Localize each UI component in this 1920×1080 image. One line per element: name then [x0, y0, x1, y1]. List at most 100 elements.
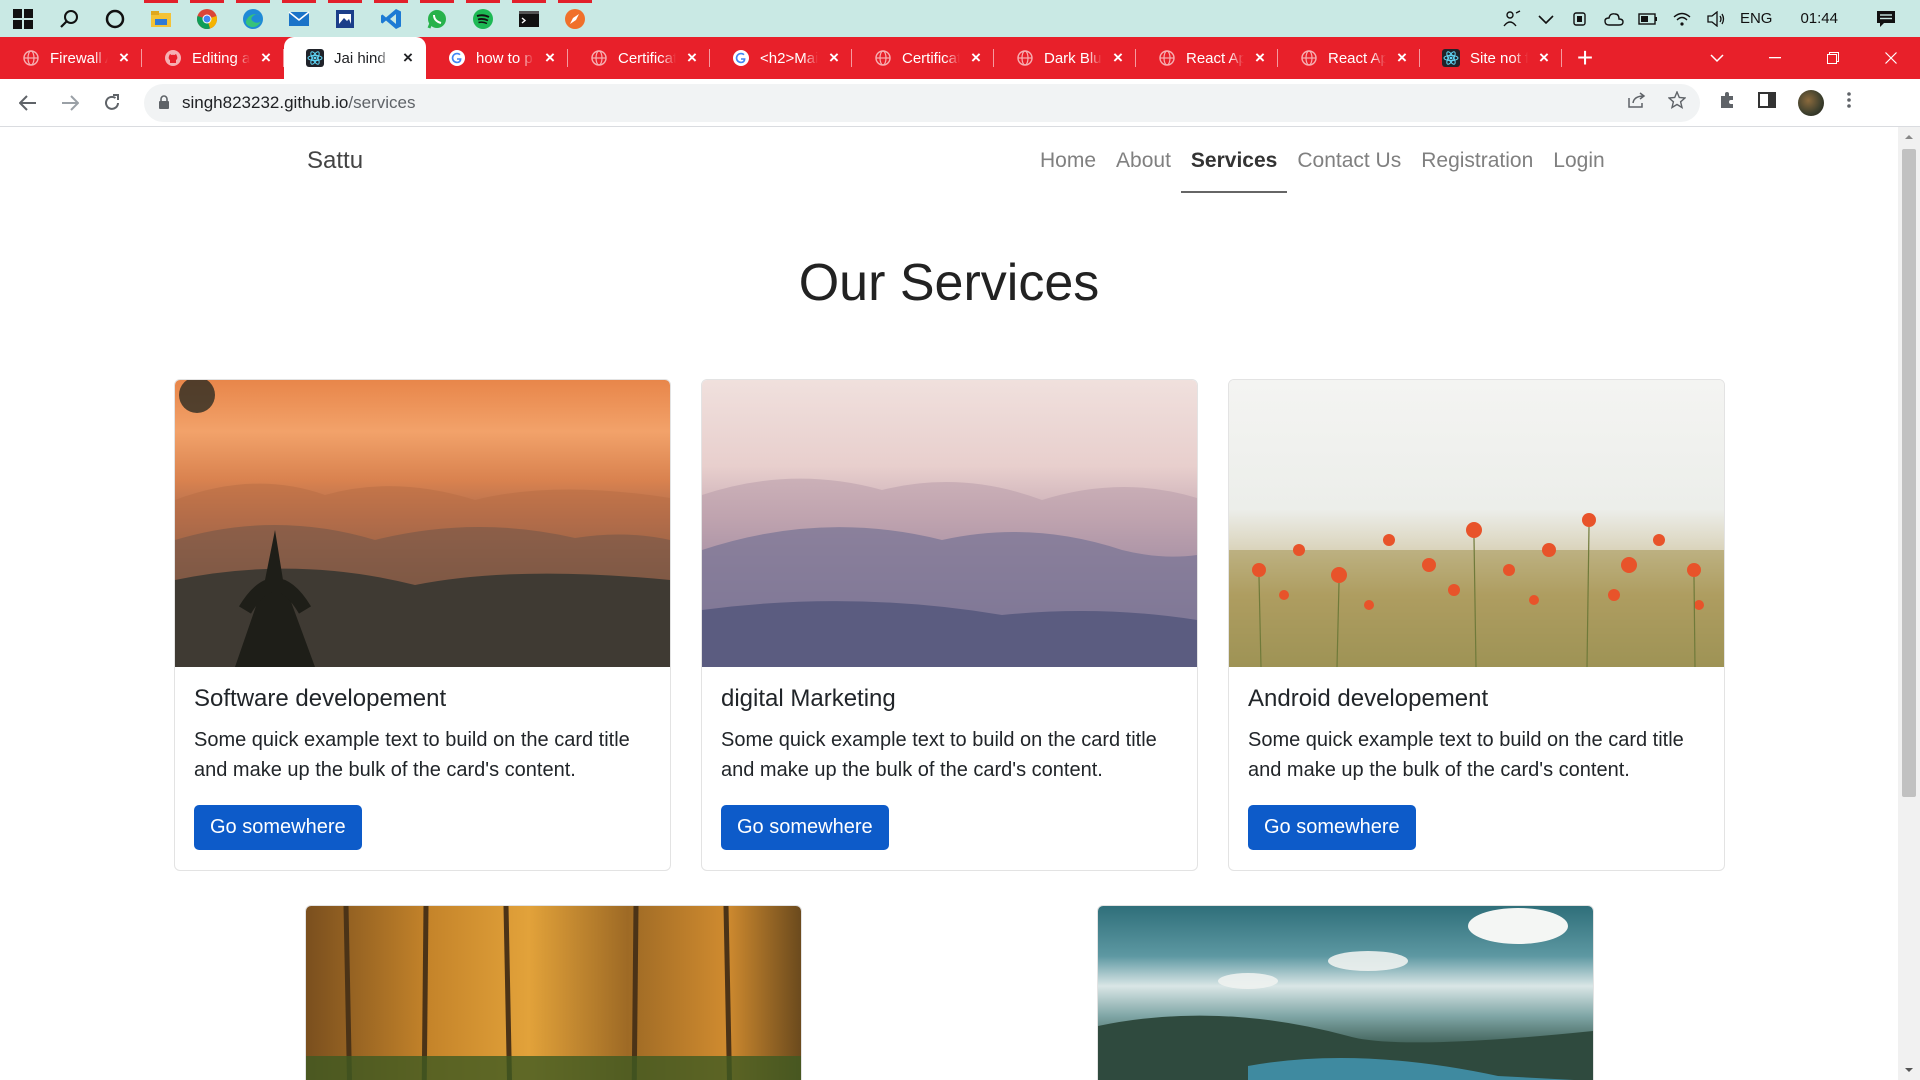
- reload-button[interactable]: [92, 83, 132, 123]
- compass-icon[interactable]: [552, 0, 598, 37]
- go-somewhere-button[interactable]: Go somewhere: [721, 805, 889, 850]
- profile-avatar[interactable]: [1798, 89, 1824, 116]
- site-brand[interactable]: Sattu: [307, 147, 363, 175]
- extensions-icon[interactable]: [1718, 91, 1736, 114]
- url-host: singh823232.github.io: [182, 92, 349, 112]
- meet-now-icon[interactable]: [1570, 9, 1590, 29]
- cloud-icon[interactable]: [1604, 9, 1624, 29]
- language-indicator[interactable]: ENG: [1740, 10, 1773, 27]
- notification-icon[interactable]: [1876, 9, 1896, 29]
- browser-tab[interactable]: <h2>Mai ×: [710, 37, 852, 79]
- tab-close-icon[interactable]: ×: [1252, 49, 1268, 66]
- browser-tab[interactable]: React Ap ×: [1136, 37, 1278, 79]
- whatsapp-icon[interactable]: [414, 0, 460, 37]
- address-bar[interactable]: singh823232.github.io/services: [144, 83, 1700, 122]
- tab-title: Firewall A: [50, 49, 108, 67]
- go-somewhere-button[interactable]: Go somewhere: [1248, 805, 1416, 850]
- nav-link-registration[interactable]: Registration: [1411, 139, 1543, 193]
- nav-link-about[interactable]: About: [1106, 139, 1181, 193]
- browser-tab[interactable]: Jai hind ×: [284, 37, 426, 79]
- chevron-up-icon[interactable]: [1536, 9, 1556, 29]
- browser-tab[interactable]: Certificate ×: [852, 37, 994, 79]
- people-icon[interactable]: [1502, 9, 1522, 29]
- tab-close-icon[interactable]: ×: [968, 49, 984, 66]
- vscode-icon[interactable]: [368, 0, 414, 37]
- nav-link-contact-us[interactable]: Contact Us: [1287, 139, 1411, 193]
- battery-icon[interactable]: [1638, 9, 1658, 29]
- side-panel-icon[interactable]: [1758, 92, 1776, 113]
- close-window-icon[interactable]: [1862, 37, 1920, 79]
- tab-title: React Ap: [1186, 49, 1244, 67]
- windows-icon[interactable]: [0, 0, 46, 37]
- nav-link-home[interactable]: Home: [1030, 139, 1106, 193]
- scrollbar-thumb[interactable]: [1902, 149, 1916, 797]
- service-card: Software developement Some quick example…: [174, 379, 671, 871]
- tab-title: Certificate: [618, 49, 676, 67]
- page-scrollbar[interactable]: [1898, 127, 1920, 1080]
- browser-tab[interactable]: Firewall A ×: [0, 37, 142, 79]
- tab-close-icon[interactable]: ×: [826, 49, 842, 66]
- card-text: Some quick example text to build on the …: [194, 729, 630, 781]
- browser-tab[interactable]: Dark Blue ×: [994, 37, 1136, 79]
- mail-icon[interactable]: [276, 0, 322, 37]
- go-somewhere-button[interactable]: Go somewhere: [194, 805, 362, 850]
- tab-title: Editing ap: [192, 49, 250, 67]
- tab-title: <h2>Mai: [760, 49, 818, 67]
- volume-icon[interactable]: [1706, 9, 1726, 29]
- browser-tab[interactable]: React Ap ×: [1278, 37, 1420, 79]
- globe-icon: [590, 49, 608, 67]
- card-text: Some quick example text to build on the …: [1248, 729, 1684, 781]
- browser-tab[interactable]: Certificate ×: [568, 37, 710, 79]
- forward-button[interactable]: [50, 83, 90, 123]
- share-icon[interactable]: [1628, 92, 1646, 113]
- bookmark-star-icon[interactable]: [1667, 90, 1687, 114]
- new-tab-button[interactable]: +: [1562, 37, 1608, 79]
- lock-icon[interactable]: [158, 95, 170, 110]
- photos-icon[interactable]: [322, 0, 368, 37]
- cortana-icon[interactable]: [92, 0, 138, 37]
- service-card: [305, 905, 802, 1080]
- chrome-icon[interactable]: [184, 0, 230, 37]
- card-image-poppy-field: [1229, 380, 1724, 667]
- tab-close-icon[interactable]: ×: [1110, 49, 1126, 66]
- tab-close-icon[interactable]: ×: [258, 49, 274, 66]
- nav-link-services[interactable]: Services: [1180, 139, 1288, 193]
- tab-close-icon[interactable]: ×: [1536, 49, 1552, 66]
- menu-kebab-icon[interactable]: [1846, 91, 1852, 114]
- file-explorer-icon[interactable]: [138, 0, 184, 37]
- card-title: Android developement: [1248, 685, 1489, 712]
- tab-search-icon[interactable]: [1688, 37, 1746, 79]
- back-button[interactable]: [8, 83, 48, 123]
- tab-close-icon[interactable]: ×: [684, 49, 700, 66]
- scroll-up-arrow-icon[interactable]: [1898, 127, 1920, 147]
- tab-title: Jai hind: [334, 49, 386, 67]
- tab-title: Dark Blue: [1044, 49, 1102, 67]
- card-text: Some quick example text to build on the …: [721, 729, 1157, 781]
- browser-tab[interactable]: Editing ap ×: [142, 37, 284, 79]
- globe-icon: [1158, 49, 1176, 67]
- spotify-icon[interactable]: [460, 0, 506, 37]
- browser-tab[interactable]: how to pu ×: [426, 37, 568, 79]
- tab-title: how to pu: [476, 49, 534, 67]
- tab-close-icon[interactable]: ×: [542, 49, 558, 66]
- page-heading: Our Services: [798, 254, 1100, 312]
- search-icon[interactable]: [46, 0, 92, 37]
- browser-tab[interactable]: Site not f ×: [1420, 37, 1562, 79]
- wifi-icon[interactable]: [1672, 9, 1692, 29]
- clock[interactable]: 01:44: [1800, 10, 1838, 27]
- tab-title: React Ap: [1328, 49, 1386, 67]
- restore-icon[interactable]: [1804, 37, 1862, 79]
- minimize-icon[interactable]: [1746, 37, 1804, 79]
- tab-title: Certificate: [902, 49, 960, 67]
- scroll-down-arrow-icon[interactable]: [1898, 1060, 1920, 1080]
- card-image-misty-hills: [702, 380, 1197, 667]
- tab-close-icon[interactable]: ×: [1394, 49, 1410, 66]
- tab-close-icon[interactable]: ×: [116, 49, 132, 66]
- terminal-icon[interactable]: [506, 0, 552, 37]
- tab-close-icon[interactable]: ×: [400, 49, 416, 66]
- card-title: digital Marketing: [721, 685, 896, 712]
- windows-taskbar: ENG 01:44: [0, 0, 1920, 37]
- globe-icon: [22, 49, 40, 67]
- edge-icon[interactable]: [230, 0, 276, 37]
- nav-link-login[interactable]: Login: [1543, 139, 1614, 193]
